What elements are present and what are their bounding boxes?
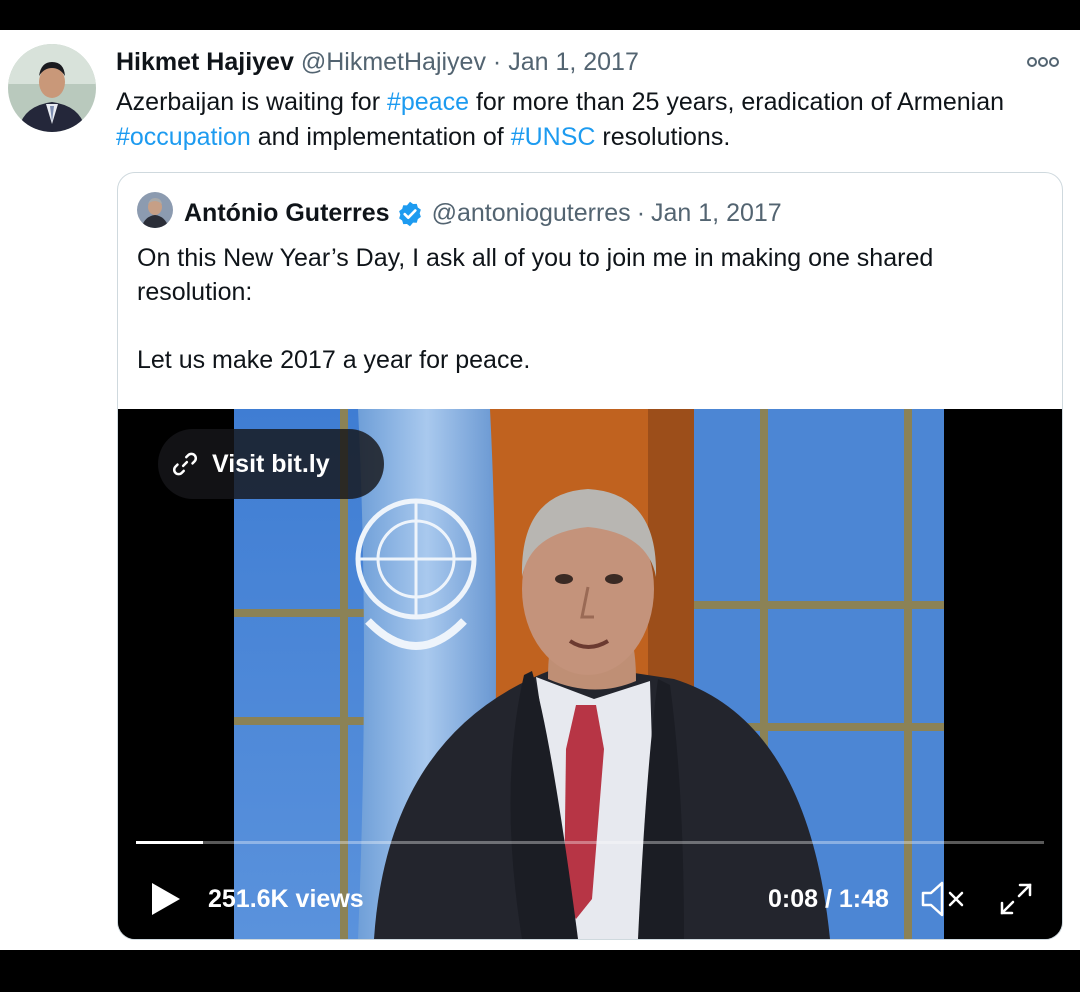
visit-link-label: Visit bit.ly — [212, 449, 330, 478]
tweet-card[interactable]: Hikmet Hajiyev @HikmetHajiyev · Jan 1, 2… — [0, 30, 1080, 950]
tweet-text: Azerbaijan is waiting for #peace for mor… — [116, 85, 1056, 155]
author-handle[interactable]: @HikmetHajiyev — [301, 48, 486, 76]
header-separator: · — [492, 48, 502, 76]
more-icon[interactable] — [1026, 55, 1060, 69]
view-count: 251.6K views — [208, 885, 364, 913]
mute-icon[interactable] — [920, 879, 966, 919]
tweet-text-segment: for more than 25 years, eradication of A… — [469, 88, 1005, 116]
quoted-tweet-text: On this New Year’s Day, I ask all of you… — [137, 241, 1037, 377]
quoted-author-name[interactable]: António Guterres — [184, 199, 390, 228]
hashtag-occupation[interactable]: #occupation — [116, 123, 251, 151]
author-avatar[interactable] — [8, 44, 96, 132]
quoted-tweet-date[interactable]: Jan 1, 2017 — [651, 199, 782, 228]
video-timecode: 0:08 / 1:48 — [768, 885, 889, 913]
link-icon — [172, 452, 198, 476]
video-player[interactable]: Visit bit.ly 251.6K views 0:08 / 1:48 — [118, 409, 1062, 939]
quoted-header-separator: · — [636, 199, 646, 227]
tweet-date[interactable]: Jan 1, 2017 — [508, 48, 639, 76]
tweet-header: Hikmet Hajiyev @HikmetHajiyev · Jan 1, 2… — [116, 48, 639, 77]
video-progress-fill — [136, 841, 204, 844]
visit-link-button[interactable]: Visit bit.ly — [158, 429, 384, 499]
play-icon[interactable] — [148, 881, 182, 917]
fullscreen-icon[interactable] — [996, 879, 1036, 919]
verified-icon — [398, 201, 421, 226]
quoted-author-handle[interactable]: @antonioguterres — [432, 199, 631, 228]
hashtag-peace[interactable]: #peace — [387, 88, 469, 116]
tweet-text-segment: and implementation of — [250, 123, 511, 151]
quoted-paragraph: Let us make 2017 a year for peace. — [137, 346, 531, 374]
hashtag-unsc[interactable]: #UNSC — [511, 123, 596, 151]
video-progress-bar[interactable] — [136, 841, 1044, 844]
quoted-tweet[interactable]: António Guterres @antonioguterres · Jan … — [117, 172, 1063, 940]
tweet-text-segment: resolutions. — [595, 123, 731, 151]
author-name[interactable]: Hikmet Hajiyev — [116, 48, 294, 76]
quoted-tweet-header: António Guterres @antonioguterres · Jan … — [184, 199, 782, 228]
quoted-paragraph: On this New Year’s Day, I ask all of you… — [137, 244, 934, 306]
tweet-text-segment: Azerbaijan is waiting for — [116, 88, 387, 116]
quoted-author-avatar[interactable] — [137, 192, 173, 228]
